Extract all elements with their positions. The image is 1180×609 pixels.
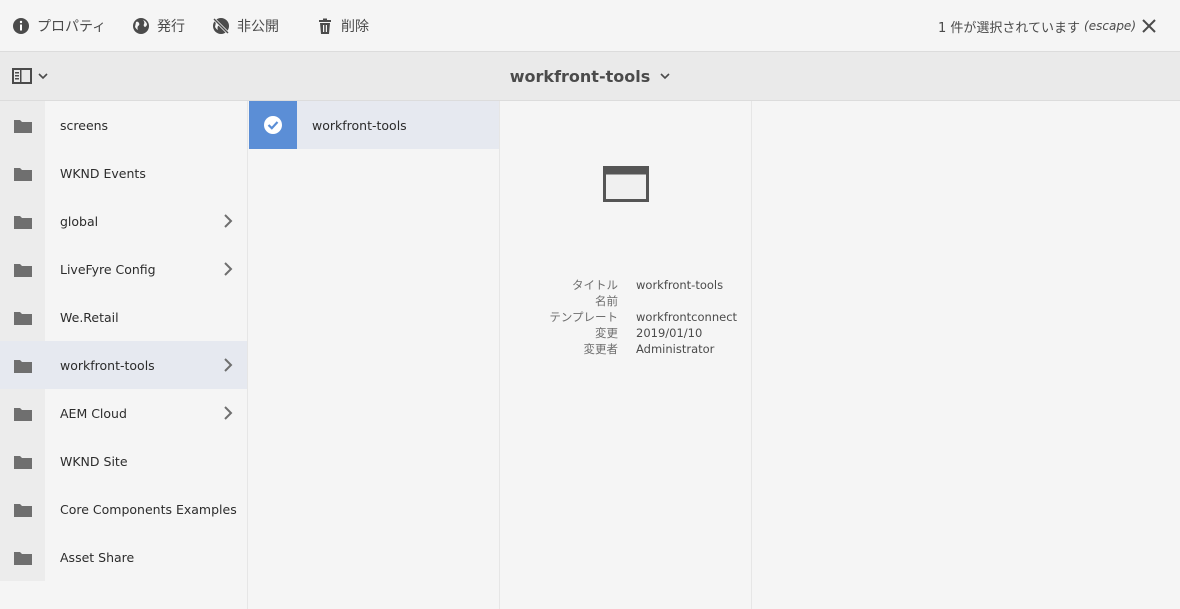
meta-value: 2019/01/10 bbox=[636, 326, 703, 340]
folder-icon bbox=[13, 503, 32, 517]
meta-key: 変更 bbox=[595, 326, 618, 340]
folder-icon bbox=[13, 359, 32, 373]
list-item-label: WKND Site bbox=[60, 453, 128, 469]
list-item-global[interactable]: global bbox=[0, 197, 247, 245]
publish-button[interactable]: 発行 bbox=[132, 0, 185, 52]
trash-icon bbox=[319, 18, 331, 34]
meta-value: workfrontconnect bbox=[636, 310, 738, 324]
meta-value: workfront-tools bbox=[636, 278, 724, 292]
delete-button[interactable]: 削除 bbox=[316, 0, 369, 52]
meta-name-row: 名前 bbox=[500, 293, 752, 309]
action-bar: プロパティ 発行 非公開 削除 1 件が選択されています (escape) bbox=[0, 0, 1180, 52]
folder-icon bbox=[13, 167, 32, 181]
properties-button[interactable]: プロパティ bbox=[12, 0, 106, 52]
list-item-label: workfront-tools bbox=[60, 357, 155, 373]
list-item-label: We.Retail bbox=[60, 309, 119, 325]
list-item-we-retail[interactable]: We.Retail bbox=[0, 293, 247, 341]
selection-status: 1 件が選択されています (escape) bbox=[938, 0, 1136, 52]
escape-hint: (escape) bbox=[1084, 19, 1136, 33]
folder-thumbnail bbox=[0, 197, 45, 245]
folder-icon bbox=[13, 407, 32, 421]
list-item-label: global bbox=[60, 213, 99, 229]
list-item-workfront-tools[interactable]: workfront-tools bbox=[0, 341, 247, 389]
folder-icon bbox=[13, 455, 32, 469]
folder-thumbnail bbox=[0, 245, 45, 293]
checkmark-circle-icon bbox=[264, 116, 282, 134]
list-item-wknd-site[interactable]: WKND Site bbox=[0, 437, 247, 485]
chevron-right-icon[interactable] bbox=[223, 213, 233, 229]
list-item-screens[interactable]: screens bbox=[0, 101, 247, 149]
properties-label: プロパティ bbox=[37, 19, 107, 35]
list-item-livefyre-config[interactable]: LiveFyre Config bbox=[0, 245, 247, 293]
meta-key: 変更者 bbox=[583, 342, 619, 356]
column-2: workfront-tools bbox=[248, 101, 500, 609]
unpublish-button[interactable]: 非公開 bbox=[212, 0, 279, 52]
info-icon bbox=[13, 18, 29, 34]
meta-modified-by-row: 変更者 Administrator bbox=[500, 341, 752, 357]
meta-key: タイトル bbox=[572, 278, 618, 292]
list-item-selected[interactable]: workfront-tools bbox=[249, 101, 499, 149]
folder-icon bbox=[13, 311, 32, 325]
page-preview-icon bbox=[603, 166, 649, 202]
page-title-text: workfront-tools bbox=[509, 66, 651, 86]
chevron-right-icon[interactable] bbox=[223, 405, 233, 421]
list-item-label: screens bbox=[60, 117, 109, 133]
folder-thumbnail bbox=[0, 533, 45, 581]
folder-thumbnail bbox=[0, 293, 45, 341]
list-item-asset-share[interactable]: Asset Share bbox=[0, 533, 247, 581]
meta-value: Administrator bbox=[636, 342, 715, 356]
globe-icon bbox=[133, 18, 149, 34]
meta-key: 名前 bbox=[595, 294, 618, 308]
globe-disabled-icon bbox=[212, 17, 230, 35]
empty-column bbox=[752, 101, 1180, 609]
folder-thumbnail bbox=[0, 101, 45, 149]
list-item-label: AEM Cloud bbox=[60, 405, 127, 421]
folder-thumbnail bbox=[0, 341, 45, 389]
list-item-label: Asset Share bbox=[60, 549, 135, 565]
unpublish-label: 非公開 bbox=[237, 19, 279, 35]
chevron-right-icon[interactable] bbox=[223, 261, 233, 277]
meta-modified-row: 変更 2019/01/10 bbox=[500, 325, 752, 341]
folder-icon bbox=[13, 119, 32, 133]
selection-checkbox[interactable] bbox=[249, 101, 297, 149]
list-item-label: Core Components Examples bbox=[60, 501, 237, 517]
folder-thumbnail bbox=[0, 485, 45, 533]
folder-icon bbox=[13, 263, 32, 277]
list-item-aem-cloud[interactable]: AEM Cloud bbox=[0, 389, 247, 437]
meta-template-row: テンプレート workfrontconnect bbox=[500, 309, 752, 325]
folder-icon bbox=[13, 215, 32, 229]
column-1: screens WKND Events global LiveFyre Conf… bbox=[0, 101, 248, 609]
selection-count-text: 1 件が選択されています bbox=[938, 20, 1081, 36]
meta-title-row: タイトル workfront-tools bbox=[500, 277, 752, 293]
delete-label: 削除 bbox=[341, 19, 369, 35]
details-column: タイトル workfront-tools 名前 テンプレート workfront… bbox=[500, 101, 752, 609]
list-item-label: LiveFyre Config bbox=[60, 261, 156, 277]
page-title[interactable]: workfront-tools bbox=[0, 52, 1180, 100]
folder-thumbnail bbox=[0, 389, 45, 437]
list-item-label: WKND Events bbox=[60, 165, 146, 181]
chevron-down-icon bbox=[660, 73, 670, 80]
publish-label: 発行 bbox=[157, 19, 185, 35]
list-item-wknd-events[interactable]: WKND Events bbox=[0, 149, 247, 197]
list-item-core-components-examples[interactable]: Core Components Examples bbox=[0, 485, 247, 533]
folder-thumbnail bbox=[0, 437, 45, 485]
chevron-right-icon[interactable] bbox=[223, 357, 233, 373]
meta-key: テンプレート bbox=[549, 310, 618, 324]
column-view-header: workfront-tools bbox=[0, 52, 1180, 101]
close-icon[interactable] bbox=[1140, 17, 1158, 35]
list-item-label: workfront-tools bbox=[312, 117, 407, 133]
folder-thumbnail bbox=[0, 149, 45, 197]
metadata-list: タイトル workfront-tools 名前 テンプレート workfront… bbox=[500, 277, 752, 357]
folder-icon bbox=[13, 551, 32, 565]
